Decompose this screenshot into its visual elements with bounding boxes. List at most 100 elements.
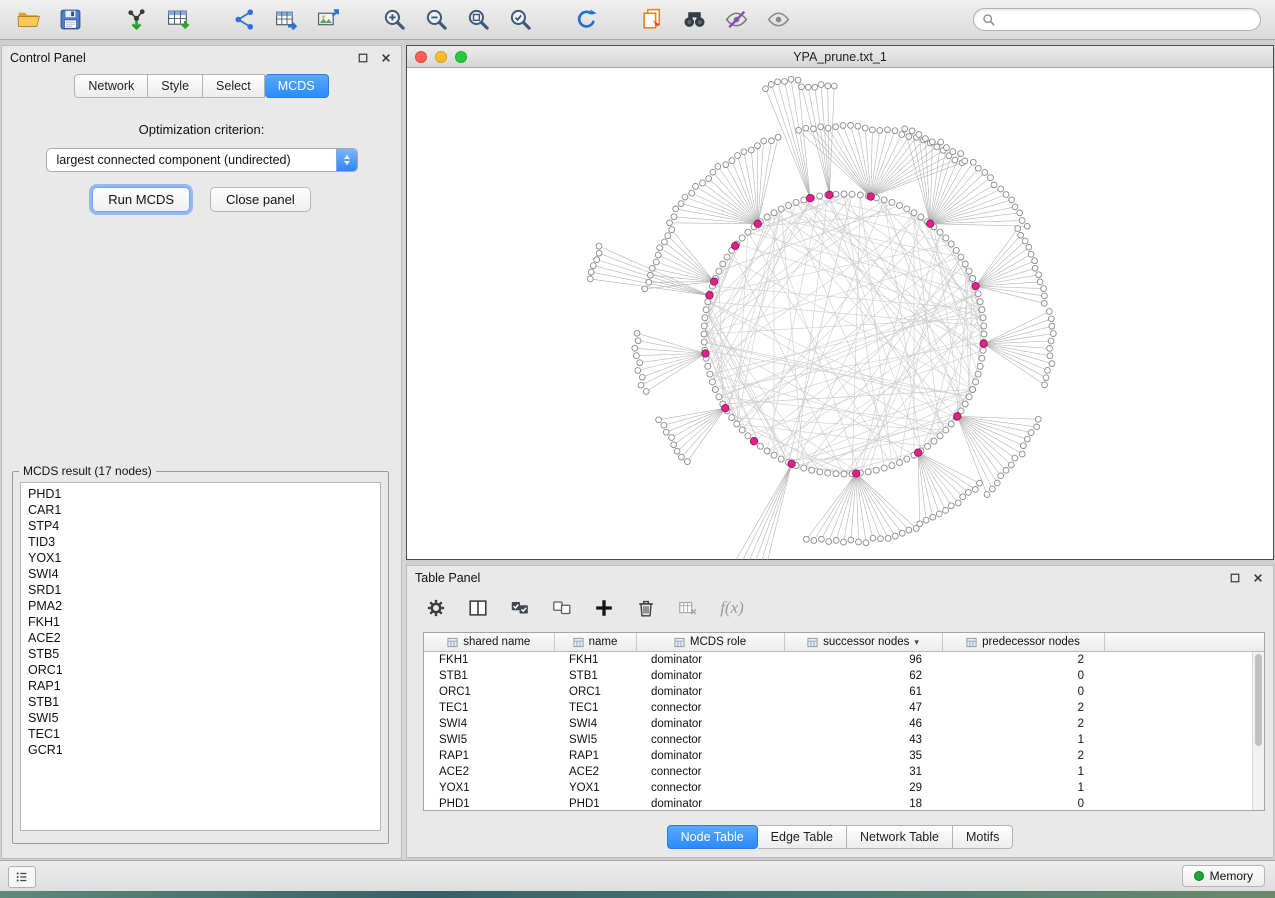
tab-select[interactable]: Select	[203, 74, 265, 98]
tab-style[interactable]: Style	[148, 74, 203, 98]
zoom-window-button[interactable]	[455, 51, 467, 63]
network-hub-node[interactable]	[980, 340, 987, 347]
network-hub-node[interactable]	[711, 278, 718, 285]
show-all-button[interactable]	[760, 4, 796, 36]
export-table-button[interactable]	[268, 4, 304, 36]
save-session-button[interactable]	[52, 4, 88, 36]
network-canvas[interactable]	[407, 68, 1273, 560]
mcds-result-item[interactable]: STP4	[21, 518, 380, 534]
float-panel-icon[interactable]	[355, 51, 370, 66]
delete-column-button[interactable]	[673, 593, 703, 623]
function-builder-button[interactable]: f(x)	[715, 593, 745, 623]
column-header-shared-name[interactable]: shared name	[424, 633, 554, 652]
mcds-result-item[interactable]: TEC1	[21, 726, 380, 742]
tab-network-table[interactable]: Network Table	[847, 825, 953, 849]
mcds-result-item[interactable]: ORC1	[21, 662, 380, 678]
network-hub-node[interactable]	[788, 460, 795, 467]
mcds-result-item[interactable]: YOX1	[21, 550, 380, 566]
network-hub-node[interactable]	[927, 220, 934, 227]
float-table-panel-icon[interactable]	[1227, 571, 1242, 586]
close-panel-icon[interactable]	[378, 51, 393, 66]
mcds-result-item[interactable]: STB5	[21, 646, 380, 662]
close-table-panel-icon[interactable]	[1250, 571, 1265, 586]
mcds-result-item[interactable]: PMA2	[21, 598, 380, 614]
table-row[interactable]: PHD1PHD1dominator180	[424, 796, 1264, 811]
tab-node-table[interactable]: Node Table	[667, 825, 758, 849]
export-network-button[interactable]	[226, 4, 262, 36]
search-input[interactable]	[996, 13, 1260, 27]
memory-button[interactable]: Memory	[1182, 865, 1265, 887]
mcds-result-item[interactable]: CAR1	[21, 502, 380, 518]
mcds-result-item[interactable]: PHD1	[21, 486, 380, 502]
network-window-titlebar[interactable]: YPA_prune.txt_1	[407, 46, 1273, 68]
split-panel-button[interactable]	[463, 593, 493, 623]
import-table-from-file-button[interactable]	[160, 4, 196, 36]
deselect-all-button[interactable]	[547, 593, 577, 623]
refresh-button[interactable]	[568, 4, 604, 36]
mcds-result-item[interactable]: FKH1	[21, 614, 380, 630]
network-hub-node[interactable]	[915, 449, 922, 456]
column-header-name[interactable]: name	[554, 633, 636, 652]
mcds-result-item[interactable]: SWI5	[21, 710, 380, 726]
column-settings-button[interactable]	[421, 593, 451, 623]
network-hub-node[interactable]	[706, 292, 713, 299]
zoom-out-button[interactable]	[418, 4, 454, 36]
table-row[interactable]: ACE2ACE2connector311	[424, 764, 1264, 780]
minimize-window-button[interactable]	[435, 51, 447, 63]
mcds-result-list[interactable]: PHD1CAR1STP4TID3YOX1SWI4SRD1PMA2FKH1ACE2…	[20, 482, 381, 831]
search-network-button[interactable]	[676, 4, 712, 36]
zoom-fit-button[interactable]	[460, 4, 496, 36]
table-scrollbar[interactable]	[1252, 652, 1264, 810]
close-window-button[interactable]	[415, 51, 427, 63]
network-hub-node[interactable]	[806, 195, 813, 202]
mcds-result-item[interactable]: GCR1	[21, 742, 380, 758]
network-hub-node[interactable]	[750, 438, 757, 445]
mcds-result-item[interactable]: ACE2	[21, 630, 380, 646]
network-hub-node[interactable]	[702, 350, 709, 357]
zoom-in-button[interactable]	[376, 4, 412, 36]
tab-motifs[interactable]: Motifs	[953, 825, 1013, 849]
edge-chords[interactable]	[704, 194, 984, 474]
column-header-MCDS-role[interactable]: MCDS role	[636, 633, 784, 652]
close-panel-button[interactable]: Close panel	[210, 187, 311, 212]
run-mcds-button[interactable]: Run MCDS	[92, 187, 190, 212]
table-row[interactable]: FKH1FKH1dominator962	[424, 652, 1264, 669]
tab-edge-table[interactable]: Edge Table	[758, 825, 847, 849]
network-hub-node[interactable]	[867, 193, 874, 200]
open-file-button[interactable]	[10, 4, 46, 36]
import-network-from-file-button[interactable]	[118, 4, 154, 36]
hide-selection-button[interactable]	[718, 4, 754, 36]
mcds-result-item[interactable]: TID3	[21, 534, 380, 550]
table-row[interactable]: YOX1YOX1connector291	[424, 780, 1264, 796]
zoom-selected-button[interactable]	[502, 4, 538, 36]
table-row[interactable]: ORC1ORC1dominator610	[424, 684, 1264, 700]
export-document-button[interactable]	[634, 4, 670, 36]
scrollbar-thumb[interactable]	[1255, 654, 1262, 746]
network-hub-node[interactable]	[853, 470, 860, 477]
table-row[interactable]: SWI4SWI4dominator462	[424, 716, 1264, 732]
network-hub-node[interactable]	[826, 191, 833, 198]
tab-mcds[interactable]: MCDS	[265, 74, 329, 98]
delete-row-button[interactable]	[631, 593, 661, 623]
export-image-button[interactable]	[310, 4, 346, 36]
search-box[interactable]	[973, 8, 1261, 31]
table-row[interactable]: SWI5SWI5connector431	[424, 732, 1264, 748]
add-row-button[interactable]	[589, 593, 619, 623]
column-header-successor-nodes[interactable]: successor nodes▾	[784, 633, 942, 652]
mcds-result-item[interactable]: STB1	[21, 694, 380, 710]
mcds-result-item[interactable]: SRD1	[21, 582, 380, 598]
table-row[interactable]: RAP1RAP1dominator352	[424, 748, 1264, 764]
column-header-predecessor-nodes[interactable]: predecessor nodes	[942, 633, 1104, 652]
network-hub-node[interactable]	[754, 220, 761, 227]
network-hub-node[interactable]	[954, 413, 961, 420]
mcds-result-item[interactable]: SWI4	[21, 566, 380, 582]
optimization-criterion-select[interactable]: largest connected component (undirected)	[46, 148, 358, 172]
network-hub-node[interactable]	[722, 405, 729, 412]
network-hub-node[interactable]	[972, 282, 979, 289]
table-row[interactable]: STB1STB1dominator620	[424, 668, 1264, 684]
task-history-button[interactable]	[8, 866, 36, 888]
table-row[interactable]: TEC1TEC1connector472	[424, 700, 1264, 716]
network-hub-node[interactable]	[732, 242, 739, 249]
select-all-button[interactable]	[505, 593, 535, 623]
tab-network[interactable]: Network	[74, 74, 148, 98]
